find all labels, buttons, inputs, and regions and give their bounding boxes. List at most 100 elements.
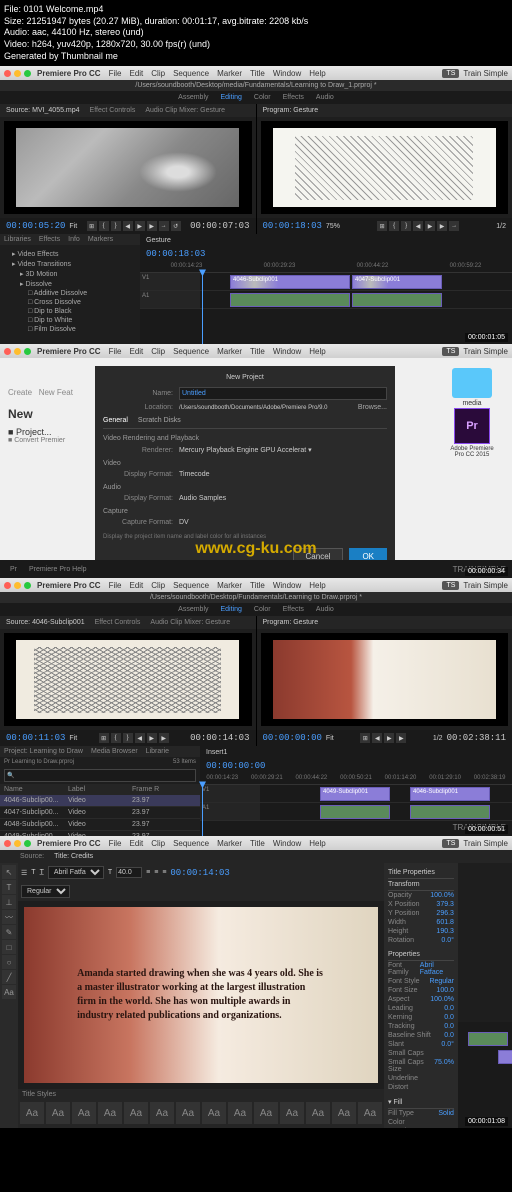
menu-item[interactable]: Marker <box>217 839 242 848</box>
menu-item[interactable]: Edit <box>129 347 143 356</box>
property-row[interactable]: Width601.8 <box>388 918 454 927</box>
style-swatch[interactable]: Aa <box>176 1102 200 1124</box>
property-row[interactable]: Slant0.0° <box>388 1040 454 1049</box>
video-format-dropdown[interactable]: Timecode <box>179 471 209 478</box>
property-row[interactable]: Small Caps Size75.0% <box>388 1058 454 1074</box>
menu-item[interactable]: Edit <box>129 839 143 848</box>
workspace-tabs[interactable]: AssemblyEditingColorEffectsAudio <box>0 91 512 104</box>
tree-item[interactable]: ▸ Dissolve <box>4 279 136 289</box>
style-swatch[interactable]: Aa <box>72 1102 96 1124</box>
menu-item[interactable]: Window <box>273 69 301 78</box>
property-row[interactable]: Color <box>388 1118 454 1127</box>
style-swatch[interactable]: Aa <box>150 1102 174 1124</box>
source-tab[interactable]: Source: MVI_4055.mp4 <box>6 107 80 114</box>
effects-tree[interactable]: ▸ Video Effects▸ Video Transitions▸ 3D M… <box>0 245 140 344</box>
program-preview[interactable] <box>261 121 509 214</box>
property-row[interactable]: Leading0.0 <box>388 1004 454 1013</box>
tree-item[interactable]: □ Dip to White <box>4 316 136 325</box>
tree-item[interactable]: □ Cross Dissolve <box>4 298 136 307</box>
style-swatch[interactable]: Aa <box>254 1102 278 1124</box>
bin-row[interactable]: 4048-Subclip00...Video23.97 <box>0 819 200 831</box>
style-swatch[interactable]: Aa <box>20 1102 44 1124</box>
menu-item[interactable]: Title <box>250 69 265 78</box>
bin-row[interactable]: 4047-Subclip00...Video23.97 <box>0 807 200 819</box>
menu-item[interactable]: Title <box>250 839 265 848</box>
media-folder-icon[interactable] <box>452 368 492 398</box>
font-size-input[interactable] <box>116 867 142 878</box>
font-weight-dropdown[interactable]: Regular <box>21 885 70 898</box>
bin-row[interactable]: 4046-Subclip00...Video23.97 <box>0 795 200 807</box>
property-row[interactable]: Fill TypeSolid <box>388 1109 454 1118</box>
property-row[interactable]: Aspect100.0% <box>388 995 454 1004</box>
property-row[interactable]: Small Caps <box>388 1049 454 1058</box>
title-canvas[interactable]: Amanda started drawing when she was 4 ye… <box>24 907 378 1083</box>
effect-controls-tab[interactable]: Effect Controls <box>90 107 136 114</box>
transport-controls[interactable]: ⊞{}◀▶▶→ <box>377 221 459 231</box>
scratch-disks-tab[interactable]: Scratch Disks <box>138 417 181 424</box>
menu-item[interactable]: Sequence <box>173 581 209 590</box>
menu-item[interactable]: Edit <box>129 581 143 590</box>
video-clip[interactable]: 4049-Subclip001 <box>320 787 390 801</box>
menu-item[interactable]: Clip <box>151 69 165 78</box>
transport-controls[interactable]: ⊞{}◀▶▶→↺ <box>87 221 181 231</box>
menu-item[interactable]: Window <box>273 581 301 590</box>
menu-item[interactable]: File <box>109 581 122 590</box>
menu-item[interactable]: Clip <box>151 347 165 356</box>
title-text-content[interactable]: Amanda started drawing when she was 4 ye… <box>77 967 325 1023</box>
video-clip[interactable]: 4046-Subclip001 <box>410 787 490 801</box>
menu-item[interactable]: Title <box>250 581 265 590</box>
sequence-name[interactable]: Gesture <box>146 237 171 244</box>
style-swatch[interactable]: Aa <box>46 1102 70 1124</box>
title-tools[interactable]: ↖ T ⊥ 〰 ✎ □ ○ ╱ Aa <box>0 863 18 1128</box>
source-preview[interactable] <box>4 633 252 726</box>
program-preview[interactable] <box>261 633 509 726</box>
renderer-dropdown[interactable]: Mercury Playback Engine GPU Accelerat ▾ <box>179 446 312 454</box>
menu-item[interactable]: Marker <box>217 69 242 78</box>
tree-item[interactable]: □ Dip to Black <box>4 307 136 316</box>
tree-item[interactable]: ▸ Video Effects <box>4 249 136 259</box>
property-row[interactable]: Rotation0.0° <box>388 936 454 945</box>
source-timecode[interactable]: 00:00:05:20 <box>6 221 65 231</box>
property-row[interactable]: Y Position296.3 <box>388 909 454 918</box>
menu-item[interactable]: Marker <box>217 347 242 356</box>
menu-item[interactable]: Sequence <box>173 69 209 78</box>
new-project-link[interactable]: Project... <box>16 427 52 437</box>
audio-clip[interactable] <box>230 293 350 307</box>
timeline-ruler[interactable]: 00:00:14:2300:00:29:2300:00:44:2200:00:5… <box>140 261 512 273</box>
property-row[interactable]: X Position379.3 <box>388 900 454 909</box>
menu-item[interactable]: Sequence <box>173 347 209 356</box>
style-swatch[interactable]: Aa <box>332 1102 356 1124</box>
menu-item[interactable]: File <box>109 839 122 848</box>
menu-item[interactable]: Sequence <box>173 839 209 848</box>
project-name-input[interactable]: Untitled <box>179 387 387 400</box>
timeline-tracks[interactable]: V1 4046-Subclip001 4047-Subclip001 A1 <box>140 273 512 344</box>
video-clip[interactable]: 4046-Subclip001 <box>230 275 350 289</box>
style-swatch[interactable]: Aa <box>358 1102 382 1124</box>
style-swatch[interactable]: Aa <box>228 1102 252 1124</box>
menu-item[interactable]: Premiere Pro CC <box>37 347 101 356</box>
browse-button[interactable]: Browse... <box>358 404 387 411</box>
source-preview[interactable] <box>4 121 252 214</box>
font-family-dropdown[interactable]: Abril Fatfa <box>48 866 104 879</box>
property-row[interactable]: Distort <box>388 1083 454 1092</box>
property-row[interactable]: Font StyleRegular <box>388 977 454 986</box>
title-styles-row[interactable]: AaAaAaAaAaAaAaAaAaAaAaAaAaAa <box>18 1100 384 1128</box>
program-timecode[interactable]: 00:00:18:03 <box>263 221 322 231</box>
help-link[interactable]: Premiere Pro Help <box>29 566 87 573</box>
property-row[interactable]: Opacity100.0% <box>388 891 454 900</box>
menu-item[interactable]: Title <box>250 347 265 356</box>
tree-item[interactable]: □ Additive Dissolve <box>4 289 136 298</box>
search-input[interactable]: 🔍 <box>4 769 196 782</box>
menu-item[interactable]: Help <box>309 839 325 848</box>
style-swatch[interactable]: Aa <box>280 1102 304 1124</box>
source-tab[interactable]: Source: 4046-Subclip001 <box>6 619 85 626</box>
timeline-timecode[interactable]: 00:00:18:03 <box>146 249 205 259</box>
property-row[interactable]: Underline <box>388 1074 454 1083</box>
tree-item[interactable]: ▸ Video Transitions <box>4 259 136 269</box>
style-swatch[interactable]: Aa <box>202 1102 226 1124</box>
tree-item[interactable]: ▸ 3D Motion <box>4 269 136 279</box>
menu-item[interactable]: Help <box>309 69 325 78</box>
style-swatch[interactable]: Aa <box>98 1102 122 1124</box>
style-swatch[interactable]: Aa <box>306 1102 330 1124</box>
menu-item[interactable]: Window <box>273 839 301 848</box>
